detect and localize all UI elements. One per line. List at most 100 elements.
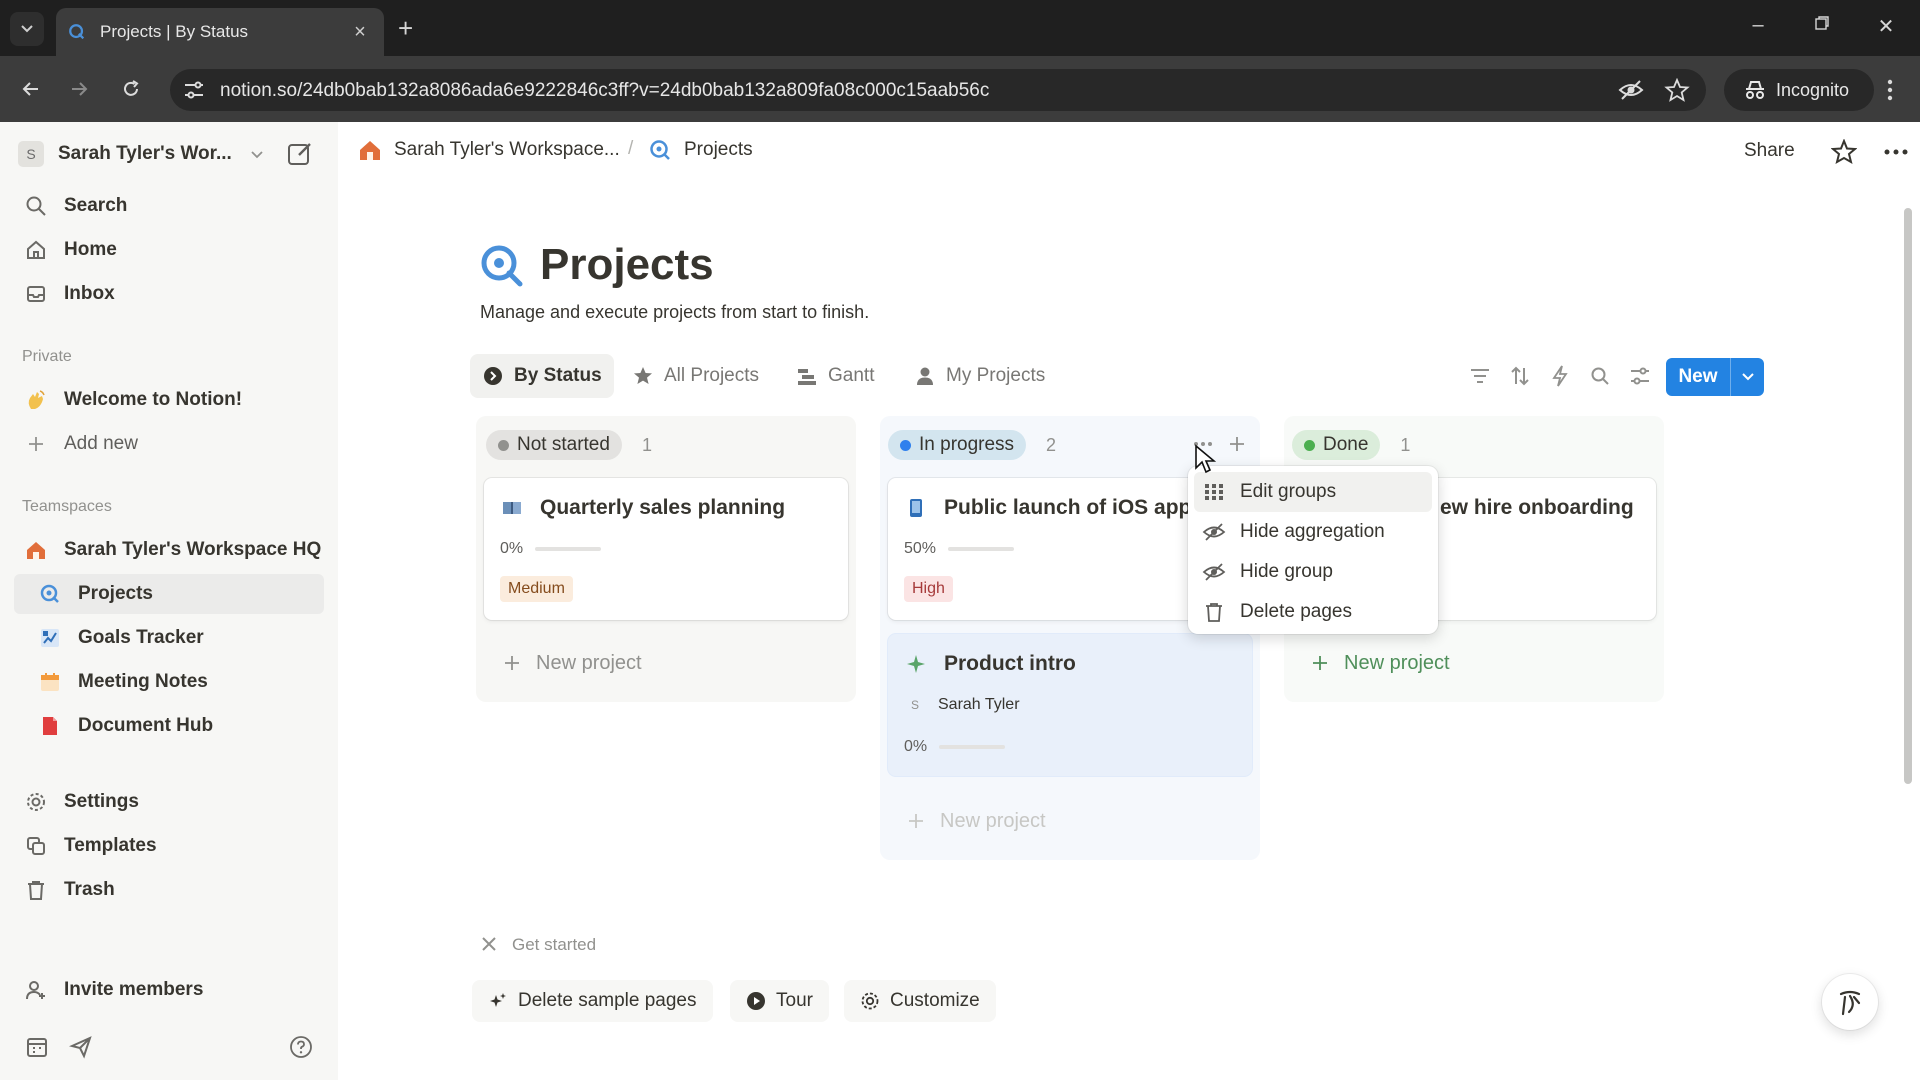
sidebar-item-home[interactable]: Home <box>14 230 324 270</box>
sidebar-item-goals-tracker[interactable]: Goals Tracker <box>14 618 324 658</box>
close-window-icon[interactable]: ✕ <box>1866 14 1906 39</box>
calendar-app-icon[interactable] <box>22 1032 52 1062</box>
favorite-star-icon[interactable] <box>1830 138 1858 166</box>
sidebar-item-projects[interactable]: Projects <box>14 574 324 614</box>
view-tab-my-projects[interactable]: My Projects <box>902 354 1057 398</box>
add-person-icon <box>24 978 48 1002</box>
phone-icon <box>906 497 926 519</box>
sidebar-item-label: Welcome to Notion! <box>64 389 243 410</box>
page-scrollbar[interactable] <box>1904 208 1912 784</box>
sidebar-item-settings[interactable]: Settings <box>14 782 324 822</box>
send-icon[interactable] <box>66 1032 96 1062</box>
view-settings-icon[interactable] <box>1628 364 1652 388</box>
notion-ai-help-button[interactable] <box>1822 974 1878 1030</box>
restore-icon[interactable] <box>1802 14 1842 37</box>
page-description[interactable]: Manage and execute projects from start t… <box>480 302 869 323</box>
breadcrumb-workspace[interactable]: Sarah Tyler's Workspace... <box>358 138 620 162</box>
workspace-switcher[interactable]: S Sarah Tyler's Wor... <box>18 136 318 172</box>
view-tab-all-projects[interactable]: All Projects <box>620 354 771 398</box>
new-project-button[interactable]: New project <box>484 638 848 688</box>
incognito-indicator[interactable]: Incognito <box>1724 69 1874 111</box>
share-button[interactable]: Share <box>1744 140 1795 162</box>
plus-icon <box>1313 656 1327 670</box>
sidebar-add-new[interactable]: Add new <box>14 424 324 464</box>
mouse-cursor-icon <box>1195 444 1216 474</box>
add-to-group-icon[interactable] <box>1224 430 1250 458</box>
projects-favicon-icon <box>69 24 85 40</box>
sort-icon[interactable] <box>1508 364 1532 388</box>
invite-members-button[interactable]: Invite members <box>14 970 324 1010</box>
document-icon <box>38 714 62 738</box>
new-button[interactable]: New <box>1666 358 1764 396</box>
sidebar-item-label: Sarah Tyler's Workspace HQ <box>64 539 322 560</box>
incognito-label: Incognito <box>1776 79 1850 100</box>
view-tab-by-status[interactable]: By Status <box>470 354 614 398</box>
minimize-icon[interactable]: – <box>1738 14 1778 37</box>
view-tab-gantt[interactable]: Gantt <box>784 354 886 398</box>
sidebar-item-meeting-notes[interactable]: Meeting Notes <box>14 662 324 702</box>
bookmark-star-icon[interactable] <box>1664 78 1690 102</box>
sidebar-item-welcome[interactable]: Welcome to Notion! <box>14 380 324 420</box>
status-pill: In progress <box>888 430 1027 460</box>
back-icon[interactable] <box>16 74 46 104</box>
breadcrumb-projects[interactable]: Projects <box>648 138 753 162</box>
filter-icon[interactable] <box>1468 364 1492 388</box>
sidebar-item-label: Inbox <box>64 283 115 304</box>
chevron-down-icon <box>21 25 33 33</box>
sidebar-item-search[interactable]: Search <box>14 186 324 226</box>
reload-icon[interactable] <box>116 74 146 104</box>
forward-icon[interactable] <box>64 74 94 104</box>
new-dropdown-chevron-icon[interactable] <box>1731 372 1764 382</box>
tab-title: Projects | By Status <box>100 22 249 41</box>
eye-slash-icon <box>1202 560 1226 584</box>
menu-item-label: Delete pages <box>1240 601 1352 622</box>
more-options-icon[interactable] <box>1882 138 1910 166</box>
button-label: Customize <box>890 990 980 1011</box>
menu-item-delete-pages[interactable]: Delete pages <box>1194 592 1432 632</box>
sidebar-item-inbox[interactable]: Inbox <box>14 274 324 314</box>
progress-label: 50% <box>904 540 937 557</box>
close-tab-icon[interactable]: × <box>348 21 372 44</box>
help-icon[interactable] <box>286 1032 316 1062</box>
project-card-product-intro[interactable]: Product intro S Sarah Tyler 0% <box>888 634 1252 776</box>
sidebar-item-trash[interactable]: Trash <box>14 870 324 910</box>
tab-search-button[interactable] <box>10 12 44 46</box>
column-header-in-progress[interactable]: In progress 2 <box>888 430 1056 460</box>
site-info-icon[interactable] <box>182 79 206 101</box>
status-icon <box>482 365 504 387</box>
browser-tab-active[interactable]: Projects | By Status × <box>56 8 384 56</box>
tour-button[interactable]: Tour <box>730 980 829 1022</box>
page-title[interactable]: Projects <box>540 240 714 290</box>
plus-icon <box>505 656 519 670</box>
automation-bolt-icon[interactable] <box>1548 364 1572 388</box>
new-page-icon[interactable] <box>286 140 314 168</box>
address-bar[interactable]: notion.so/24db0bab132a8086ada6e9222846c3… <box>170 69 1706 111</box>
project-card-quarterly-sales-planning[interactable]: Quarterly sales planning 0% Medium <box>484 478 848 620</box>
menu-item-hide-aggregation[interactable]: Hide aggregation <box>1194 512 1432 552</box>
new-project-button[interactable]: New project <box>1292 638 1656 688</box>
goals-icon <box>38 626 62 650</box>
eye-slash-icon[interactable] <box>1618 78 1644 102</box>
sidebar-item-document-hub[interactable]: Document Hub <box>14 706 324 746</box>
column-header-done[interactable]: Done 1 <box>1292 430 1410 460</box>
column-header-not-started[interactable]: Not started 1 <box>486 430 652 460</box>
customize-button[interactable]: Customize <box>844 980 996 1022</box>
get-started-label: Get started <box>512 935 597 954</box>
sidebar-item-label: Trash <box>64 879 115 900</box>
projects-page-icon[interactable] <box>478 242 524 288</box>
status-pill-label: In progress <box>919 434 1015 455</box>
search-icon[interactable] <box>1588 364 1612 388</box>
column-count: 1 <box>641 434 652 455</box>
new-project-button[interactable]: New project <box>888 796 1252 846</box>
gear-icon <box>24 790 48 814</box>
menu-item-hide-group[interactable]: Hide group <box>1194 552 1432 592</box>
close-get-started-icon[interactable] <box>480 935 498 953</box>
menu-item-edit-groups[interactable]: Edit groups <box>1194 472 1432 512</box>
eye-slash-icon <box>1202 520 1226 544</box>
sidebar-item-templates[interactable]: Templates <box>14 826 324 866</box>
delete-sample-pages-button[interactable]: Delete sample pages <box>472 980 713 1022</box>
progress-label: 0% <box>500 540 524 557</box>
browser-menu-icon[interactable] <box>1878 76 1902 104</box>
sidebar-item-workspace-hq[interactable]: Sarah Tyler's Workspace HQ <box>14 530 324 570</box>
new-tab-button[interactable]: + <box>398 14 413 42</box>
